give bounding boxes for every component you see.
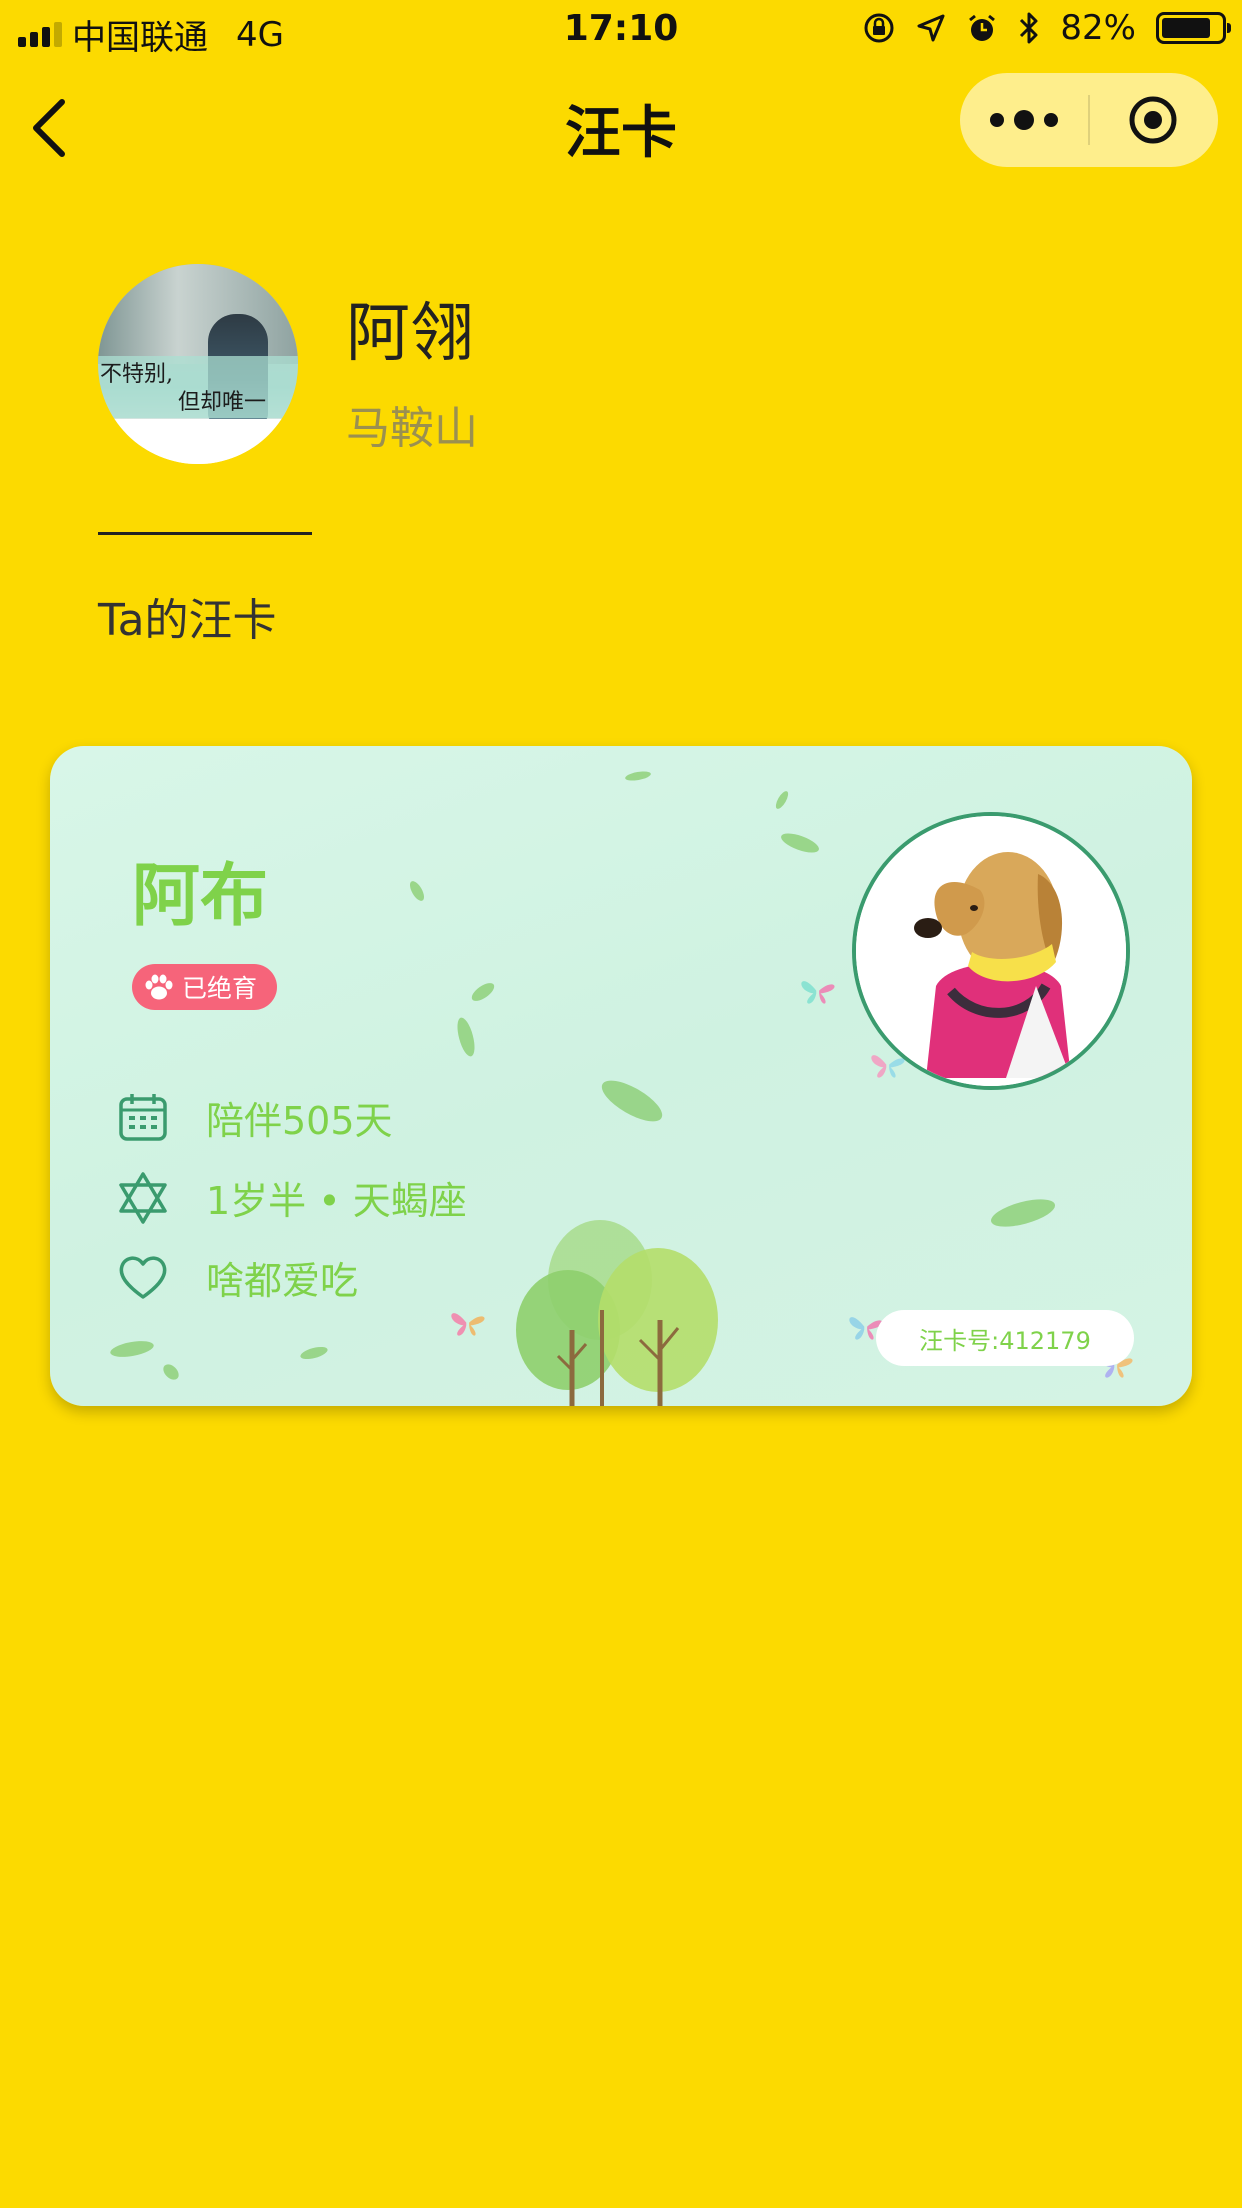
leaf-decoration	[773, 789, 791, 811]
capsule-divider	[1088, 95, 1090, 145]
leaf-decoration	[109, 1338, 155, 1360]
user-name: 阿翎	[346, 297, 474, 371]
dog-photo-illustration	[856, 816, 1126, 1086]
leaf-decoration	[299, 1344, 329, 1362]
badge-label: 已绝育	[182, 974, 258, 1003]
info-row-favorite-food: 啥都爱吃	[116, 1250, 358, 1305]
target-circle-icon	[1129, 96, 1177, 144]
battery-level	[1162, 18, 1210, 38]
avatar-caption-line2: 但却唯一	[178, 390, 267, 415]
section-divider	[98, 532, 312, 535]
battery-icon	[1156, 12, 1231, 44]
avatar-background	[98, 264, 298, 364]
battery-percent: 82%	[1060, 8, 1136, 48]
nav-bar: 汪卡	[0, 60, 1242, 188]
avatar-bottom	[98, 419, 298, 464]
status-right: 82%	[862, 8, 1231, 48]
tree-illustration	[516, 1220, 718, 1406]
heart-icon	[119, 1256, 167, 1299]
leaf-decoration	[624, 769, 652, 783]
pet-photo[interactable]	[852, 812, 1130, 1090]
leaf-decoration	[407, 878, 427, 904]
more-dots-icon	[1014, 110, 1034, 130]
info-row-companion-days: 陪伴505天	[116, 1090, 393, 1145]
more-dots-icon	[990, 113, 1004, 127]
neutered-badge: 已绝育	[132, 964, 278, 1010]
leaf-decoration	[778, 829, 822, 857]
mini-program-capsule	[960, 73, 1218, 167]
calendar-icon	[119, 1093, 167, 1141]
leaf-decoration	[160, 1361, 182, 1383]
alarm-icon	[966, 12, 998, 44]
star-of-david-icon	[119, 1171, 167, 1224]
pet-name: 阿布	[132, 857, 269, 936]
leaf-decoration	[454, 1015, 478, 1059]
butterfly-decoration	[451, 1313, 485, 1336]
section-title: Ta的汪卡	[98, 595, 277, 646]
butterfly-decoration	[801, 981, 835, 1004]
avatar-caption-line1: 不特别,	[100, 362, 173, 387]
info-text: 啥都爱吃	[206, 1259, 359, 1303]
close-mini-program-button[interactable]	[1128, 95, 1178, 145]
rotation-lock-icon	[862, 11, 896, 45]
card-number-pill: 汪卡号:412179	[876, 1310, 1134, 1366]
status-bar: 中国联通 4G 17:10 82%	[0, 0, 1242, 60]
location-arrow-icon	[916, 13, 946, 43]
leaf-decoration	[596, 1072, 668, 1130]
info-text: 1岁半 • 天蝎座	[206, 1179, 467, 1223]
paw-icon	[145, 974, 173, 1000]
bluetooth-icon	[1018, 11, 1040, 45]
info-text: 陪伴505天	[206, 1099, 393, 1143]
more-dots-icon	[1044, 113, 1058, 127]
leaf-decoration	[468, 979, 498, 1005]
info-row-age-zodiac: 1岁半 • 天蝎座	[116, 1170, 467, 1225]
leaf-decoration	[988, 1193, 1058, 1233]
pet-card[interactable]: 阿布 已绝育 陪伴505天 1岁半 • 天蝎座 啥都爱吃 汪卡号:412179	[50, 746, 1192, 1406]
more-button[interactable]	[960, 73, 1088, 167]
user-location: 马鞍山	[346, 403, 478, 454]
user-avatar[interactable]: 不特别, 但却唯一	[98, 264, 298, 464]
